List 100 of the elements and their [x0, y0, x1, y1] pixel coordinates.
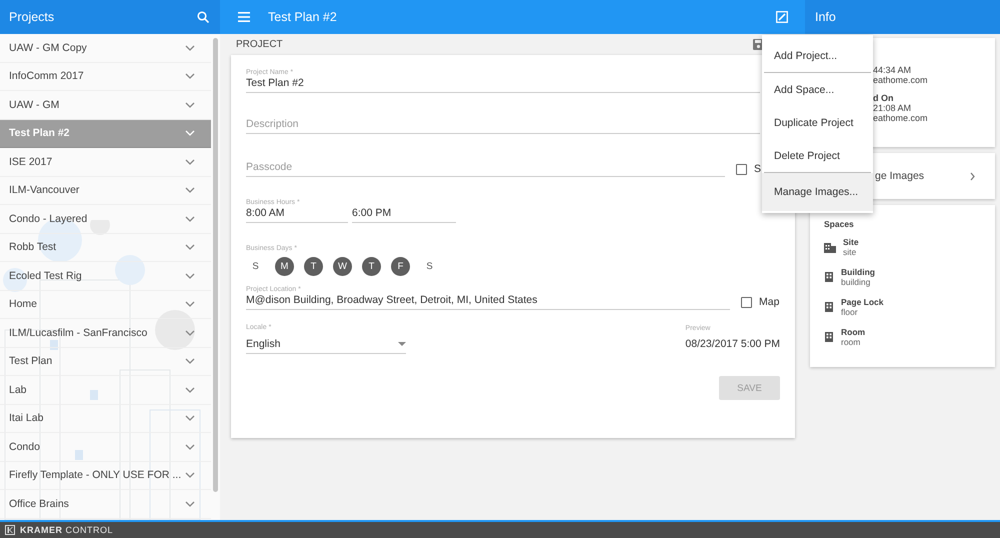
day-toggle[interactable]: T: [362, 257, 381, 276]
space-name: Site: [843, 237, 859, 247]
project-name-field[interactable]: Test Plan #2: [246, 76, 760, 93]
chevron-down-icon[interactable]: [185, 187, 195, 194]
project-name: Office Brains: [9, 498, 69, 510]
chevron-down-icon[interactable]: [185, 500, 195, 507]
chevron-down-icon[interactable]: [185, 272, 195, 279]
space-name: Page Lock: [841, 297, 884, 307]
chevron-down-icon[interactable]: [185, 330, 195, 336]
detail-value: 21:08 AM: [873, 103, 912, 113]
dropdown-arrow-icon[interactable]: [398, 342, 406, 346]
day-toggle[interactable]: S: [420, 257, 439, 276]
project-item[interactable]: UAW - GM Copy: [0, 34, 211, 62]
project-name: Home: [9, 298, 38, 310]
project-item[interactable]: Condo - Layered: [0, 205, 211, 234]
project-item[interactable]: ISE 2017: [0, 148, 211, 176]
detail-value: 44:34 AM: [873, 65, 912, 75]
chevron-down-icon[interactable]: [185, 415, 195, 422]
checkbox[interactable]: [741, 296, 752, 308]
chevron-down-icon[interactable]: [185, 158, 195, 165]
chevron-down-icon[interactable]: [185, 73, 195, 80]
project-item[interactable]: Lab: [0, 376, 211, 404]
chevron-right-icon[interactable]: [970, 172, 975, 180]
chevron-down-icon[interactable]: [185, 216, 195, 222]
day-toggle[interactable]: M: [275, 257, 294, 276]
day-toggle[interactable]: T: [304, 257, 323, 276]
space-item[interactable]: Room room: [824, 327, 995, 347]
brand-name: KRAMER CONTROL: [20, 525, 114, 535]
project-item[interactable]: ILM/Lucasfilm - SanFrancisco: [0, 319, 211, 348]
detail-heading: d On: [873, 93, 894, 103]
menu-item[interactable]: Duplicate Project: [762, 106, 873, 139]
project-name: ILM-Vancouver: [9, 184, 80, 196]
project-name: ILM/Lucasfilm - SanFrancisco: [9, 326, 148, 339]
space-item[interactable]: Site site: [824, 237, 995, 257]
scrollbar-thumb[interactable]: [213, 38, 218, 492]
chevron-down-icon[interactable]: [185, 301, 195, 308]
project-item[interactable]: Office Brains: [0, 490, 211, 518]
chevron-down-icon[interactable]: [185, 244, 195, 250]
project-name: ISE 2017: [9, 156, 52, 168]
project-item[interactable]: Condo: [0, 433, 211, 462]
spaces-title: Spaces: [824, 219, 855, 229]
space-type: building: [841, 277, 872, 287]
project-name: Firefly Template - ONLY USE FOR ...: [9, 469, 182, 482]
project-item[interactable]: Firefly Template - ONLY USE FOR ...: [0, 462, 211, 490]
project-name: Test Plan: [9, 355, 52, 368]
detail-value: eathome.com: [873, 113, 929, 123]
end-time-field[interactable]: 6:00 PM: [352, 206, 456, 223]
menu-icon[interactable]: [238, 12, 250, 22]
project-item[interactable]: Robb Test: [0, 234, 211, 262]
preview-value: 08/23/2017 5:00 PM: [685, 337, 780, 352]
menu-item[interactable]: Manage Images...: [762, 173, 873, 211]
project-item[interactable]: ILM-Vancouver: [0, 176, 211, 205]
project-item[interactable]: InfoComm 2017: [0, 62, 211, 91]
chevron-down-icon[interactable]: [185, 472, 195, 478]
chevron-down-icon[interactable]: [185, 44, 195, 51]
space-name: Room: [841, 327, 866, 337]
search-icon[interactable]: [197, 11, 209, 23]
project-name: Itai Lab: [9, 412, 44, 424]
space-item[interactable]: Building building: [824, 267, 995, 287]
page-title: Test Plan #2: [268, 10, 338, 24]
edit-icon[interactable]: [776, 11, 788, 23]
space-type: floor: [841, 307, 859, 317]
day-toggle[interactable]: F: [391, 257, 410, 276]
description-field[interactable]: Description: [246, 117, 760, 134]
chevron-down-icon[interactable]: [185, 358, 195, 364]
project-item[interactable]: Home: [0, 290, 211, 319]
project-name: UAW - GM: [9, 98, 60, 111]
chevron-down-icon[interactable]: [185, 444, 195, 450]
section-title: PROJECT: [236, 39, 283, 50]
space-type: room: [841, 337, 862, 347]
checkbox-label: Map: [759, 296, 780, 308]
space-type: site: [843, 247, 858, 257]
menu-item[interactable]: Add Space...: [762, 73, 873, 106]
day-toggle[interactable]: S: [246, 257, 265, 276]
project-name: Lab: [9, 384, 27, 396]
site-building-icon: [824, 241, 836, 253]
project-name: Condo - Layered: [9, 212, 88, 225]
project-name: Test Plan #2: [9, 127, 70, 140]
chevron-down-icon[interactable]: [185, 386, 195, 393]
passcode-field[interactable]: Passcode: [246, 160, 725, 177]
space-name: Building: [841, 267, 875, 277]
chevron-down-icon[interactable]: [185, 102, 195, 108]
project-item[interactable]: Test Plan: [0, 348, 211, 376]
building-icon: [824, 301, 834, 313]
project-item[interactable]: Ecoled Test Rig: [0, 262, 211, 290]
project-name: InfoComm 2017: [9, 70, 84, 82]
checkbox-label: S: [754, 163, 762, 175]
project-name: Condo: [9, 440, 40, 453]
project-name: Robb Test: [9, 241, 56, 254]
detail-value: eathome.com: [873, 75, 929, 85]
checkbox[interactable]: [736, 164, 747, 174]
project-name: UAW - GM Copy: [9, 42, 87, 54]
locale-select[interactable]: English: [246, 331, 406, 354]
menu-item[interactable]: Add Project...: [762, 39, 873, 72]
space-item[interactable]: Page Lock floor: [824, 297, 995, 317]
start-time-field[interactable]: 8:00 AM: [246, 206, 348, 223]
project-name: Ecoled Test Rig: [9, 270, 82, 282]
day-toggle[interactable]: W: [333, 257, 352, 276]
location-field[interactable]: M@dison Building, Broadway Street, Detroit, MI, United States: [246, 293, 730, 310]
project-item[interactable]: Itai Lab: [0, 404, 211, 433]
